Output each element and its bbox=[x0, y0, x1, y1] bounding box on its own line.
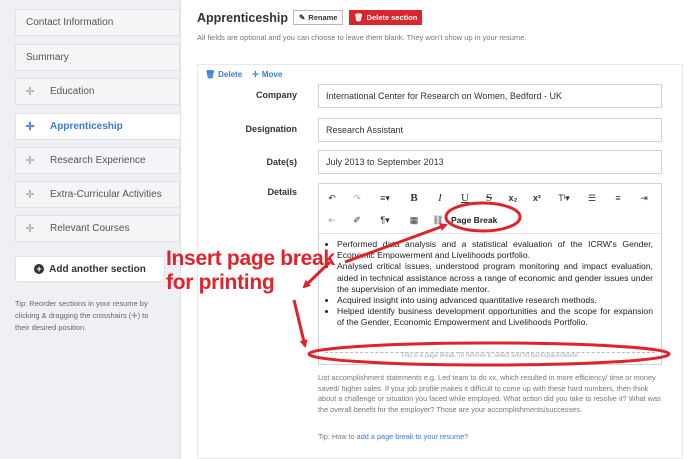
list-item: Helped identify business development opp… bbox=[337, 306, 653, 328]
sidebar-item-contact-information[interactable]: Contact Information bbox=[15, 9, 180, 36]
list-item: Acquired insight into using advanced qua… bbox=[337, 295, 653, 306]
bold-icon[interactable]: B bbox=[401, 192, 427, 204]
details-label: Details bbox=[267, 187, 297, 197]
add-section-label: Add another section bbox=[49, 263, 146, 275]
sidebar-item-education[interactable]: ✛ Education bbox=[15, 78, 180, 105]
page-break-tip-link[interactable]: add a page break to your resume? bbox=[357, 432, 469, 441]
rename-button[interactable]: ✎ Rename bbox=[293, 10, 344, 25]
company-label: Company bbox=[255, 90, 297, 100]
crosshair-drag-icon[interactable]: ✛ bbox=[16, 85, 44, 98]
toolbar-row-2: ⇤ ✐ ¶▾ ▦ ⛓ Page Break bbox=[319, 209, 497, 231]
delete-section-button[interactable]: 🗑 Delete section bbox=[349, 10, 423, 25]
designation-input[interactable]: Research Assistant bbox=[318, 118, 662, 142]
underline-icon[interactable]: U bbox=[453, 192, 477, 204]
align-dropdown-icon[interactable]: ≡▾ bbox=[369, 193, 401, 204]
sidebar-item-apprenticeship[interactable]: ✛ Apprenticeship bbox=[15, 113, 180, 140]
table-icon[interactable]: ▦ bbox=[401, 215, 427, 226]
toolbar-row-1: ↶ ↷ ≡▾ B I U S x₂ x² Tᴵ▾ ☰ ≡ ⇥ bbox=[319, 187, 657, 209]
details-bullet-list: Performed data analysis and a statistica… bbox=[337, 239, 653, 329]
page-break-text: This is a page break. To remove it, sele… bbox=[400, 353, 580, 359]
numbered-list-icon[interactable]: ≡ bbox=[605, 193, 631, 203]
plus-circle-icon: + bbox=[34, 264, 45, 274]
sidebar-item-label: Education bbox=[50, 86, 95, 97]
company-input[interactable]: International Center for Research on Wom… bbox=[318, 84, 662, 108]
details-editor[interactable]: ↶ ↷ ≡▾ B I U S x₂ x² Tᴵ▾ ☰ ≡ ⇥ ⇤ ✐ ¶▾ ▦ … bbox=[318, 183, 662, 365]
eraser-icon[interactable]: ✐ bbox=[345, 215, 369, 226]
annotation-line-2: for printing bbox=[166, 271, 275, 294]
crosshair-drag-icon[interactable]: ✛ bbox=[16, 154, 44, 167]
page-break-tip-prefix: Tip: How to bbox=[318, 432, 357, 441]
reorder-tip: Tip: Reorder sections in your resume by … bbox=[15, 299, 149, 332]
page-break-button[interactable]: Page Break bbox=[449, 215, 497, 225]
move-entry-label: Move bbox=[261, 70, 283, 79]
sidebar-item-label: Apprenticeship bbox=[50, 121, 123, 132]
sidebar-item-label: Research Experience bbox=[50, 155, 146, 166]
redo-icon[interactable]: ↷ bbox=[345, 193, 369, 204]
undo-icon[interactable]: ↶ bbox=[319, 193, 345, 204]
strikethrough-icon[interactable]: S bbox=[477, 192, 501, 204]
sidebar: Contact Information Summary ✛ Education … bbox=[0, 0, 180, 459]
sidebar-item-research-experience[interactable]: ✛ Research Experience bbox=[15, 147, 180, 174]
sidebar-item-label: Summary bbox=[26, 52, 69, 63]
pencil-icon: ✎ bbox=[299, 13, 306, 22]
dates-input[interactable]: July 2013 to September 2013 bbox=[318, 150, 662, 174]
delete-section-label: Delete section bbox=[366, 13, 418, 22]
dates-label: Date(s) bbox=[266, 157, 297, 167]
crosshair-move-icon: ✛ bbox=[252, 70, 259, 79]
crosshair-drag-icon[interactable]: ✛ bbox=[16, 120, 44, 133]
designation-label: Designation bbox=[245, 124, 297, 134]
crosshair-drag-icon[interactable]: ✛ bbox=[16, 188, 44, 201]
annotation-line-1: Insert page break bbox=[166, 247, 335, 270]
list-item: Performed data analysis and a statistica… bbox=[337, 239, 653, 261]
indent-icon[interactable]: ⇥ bbox=[631, 193, 657, 204]
trash-icon: 🗑 bbox=[205, 70, 216, 79]
link-icon[interactable]: ⛓ bbox=[427, 215, 449, 226]
italic-icon[interactable]: I bbox=[427, 192, 453, 204]
rename-label: Rename bbox=[308, 13, 338, 22]
paragraph-dropdown-icon[interactable]: ¶▾ bbox=[369, 215, 401, 226]
delete-entry-button[interactable]: 🗑 Delete bbox=[205, 70, 242, 79]
outdent-icon[interactable]: ⇤ bbox=[319, 215, 345, 226]
sidebar-item-label: Relevant Courses bbox=[50, 223, 130, 234]
editor-content[interactable]: Performed data analysis and a statistica… bbox=[319, 233, 661, 363]
main-panel: Apprenticeship ✎ Rename 🗑 Delete section… bbox=[180, 0, 700, 459]
page: Contact Information Summary ✛ Education … bbox=[0, 0, 700, 459]
delete-entry-label: Delete bbox=[218, 70, 243, 79]
annotation-text: Insert page break for printing bbox=[166, 247, 335, 295]
trash-icon: 🗑 bbox=[354, 13, 364, 22]
sidebar-item-label: Contact Information bbox=[26, 17, 114, 28]
sidebar-item-label: Extra-Curricular Activities bbox=[50, 189, 162, 200]
section-title: Apprenticeship bbox=[197, 11, 288, 25]
details-hint: List accomplishment statements e.g. Led … bbox=[318, 373, 661, 414]
bullet-list-icon[interactable]: ☰ bbox=[579, 193, 605, 204]
superscript-icon[interactable]: x² bbox=[525, 193, 549, 203]
entry-actions: 🗑 Delete ✛ Move bbox=[205, 70, 282, 79]
move-entry-button[interactable]: ✛ Move bbox=[252, 70, 282, 79]
sidebar-item-relevant-courses[interactable]: ✛ Relevant Courses bbox=[15, 215, 180, 242]
add-section-button[interactable]: + Add another section bbox=[15, 256, 165, 282]
section-subtitle: All fields are optional and you can choo… bbox=[197, 33, 527, 42]
page-break-tip: Tip: How to add a page break to your res… bbox=[318, 432, 468, 441]
sidebar-item-extra-curricular-activities[interactable]: ✛ Extra-Curricular Activities bbox=[15, 181, 180, 208]
list-item: Analysed critical issues, understood pro… bbox=[337, 261, 653, 295]
text-size-dropdown-icon[interactable]: Tᴵ▾ bbox=[549, 193, 579, 204]
subscript-icon[interactable]: x₂ bbox=[501, 193, 525, 203]
crosshair-drag-icon[interactable]: ✛ bbox=[16, 222, 44, 235]
sidebar-item-summary[interactable]: Summary bbox=[15, 44, 180, 71]
